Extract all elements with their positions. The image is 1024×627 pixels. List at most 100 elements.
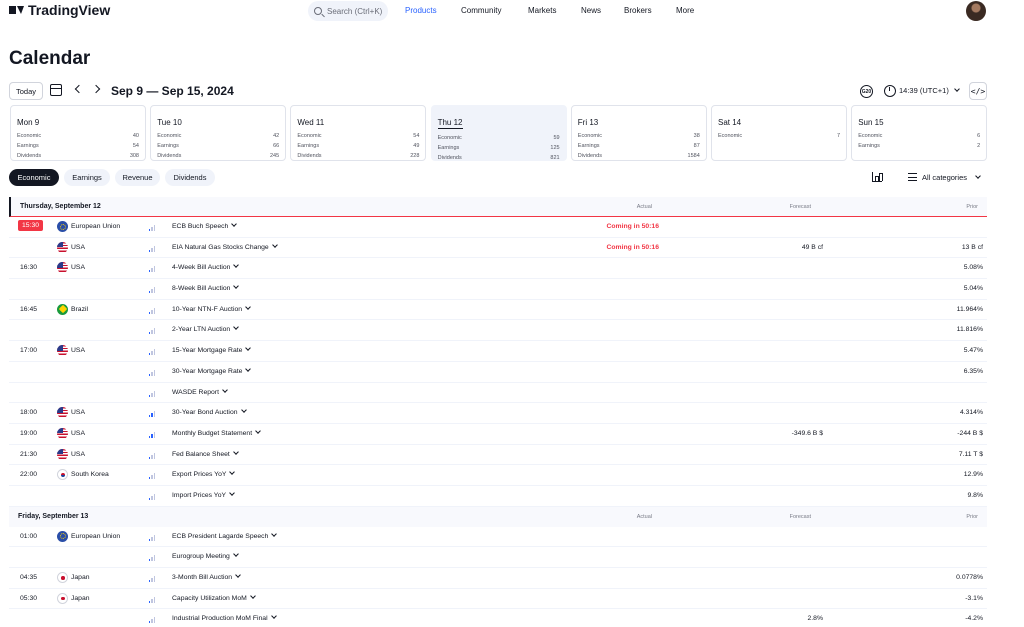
user-avatar[interactable] [966, 1, 986, 21]
event-name[interactable]: Import Prices YoY [172, 492, 234, 499]
nav-markets[interactable]: Markets [528, 6, 556, 15]
search-button[interactable]: Search (Ctrl+K) [308, 1, 388, 21]
categories-dropdown[interactable]: All categories [922, 173, 967, 182]
day-stat-row: Economic 42 [157, 131, 279, 141]
nav-brokers[interactable]: Brokers [624, 6, 652, 15]
event-name[interactable]: Capacity Utilization MoM [172, 595, 255, 602]
importance-icon [149, 266, 156, 273]
event-country: European Union [71, 223, 121, 230]
tradingview-logo[interactable]: TradingView [9, 2, 110, 18]
nav-news[interactable]: News [581, 6, 601, 15]
event-prior: -4.2% [965, 615, 983, 623]
tab-economic[interactable]: Economic [9, 169, 59, 186]
event-row[interactable]: Eurogroup Meeting [9, 547, 987, 568]
event-name[interactable]: 30-Year Bond Auction [172, 409, 246, 416]
tab-dividends[interactable]: Dividends [165, 169, 215, 186]
event-name[interactable]: 15-Year Mortgage Rate [172, 347, 250, 354]
day-card[interactable]: Fri 13 Economic 38 Earnings 87 Dividends 1584 [570, 105, 707, 161]
flag-kr-icon [57, 469, 68, 481]
event-name[interactable]: 8-Week Bill Auction [172, 285, 238, 292]
timezone-select[interactable]: 14:39 (UTC+1) [899, 86, 949, 95]
today-button[interactable]: Today [9, 82, 43, 100]
event-row[interactable]: 05:30 Japan Capacity Utilization MoM -3.1% [9, 589, 987, 610]
event-row[interactable]: 21:30 USA Fed Balance Sheet 7.11 T $ [9, 445, 987, 466]
day-card[interactable]: Sun 15 Economic 6 Earnings 2 [851, 105, 988, 161]
day-stat-count: 66 [273, 143, 280, 149]
event-row[interactable]: 17:00 USA 15-Year Mortgage Rate 5.47% [9, 341, 987, 362]
g20-filter-icon[interactable]: G20 [860, 85, 873, 98]
event-row[interactable]: Industrial Production MoM Final 2.8% -4.2% [9, 609, 987, 627]
event-name[interactable]: Eurogroup Meeting [172, 553, 238, 560]
event-row[interactable]: 16:45 Brazil 10-Year NTN-F Auction 11.964% [9, 300, 987, 321]
day-stat-label: Dividends [157, 153, 182, 159]
event-row[interactable]: 04:35 Japan 3-Month Bill Auction 0.0778% [9, 568, 987, 589]
event-name[interactable]: ECB Buch Speech [172, 223, 236, 230]
importance-icon [149, 245, 156, 252]
event-name[interactable]: Industrial Production MoM Final [172, 615, 276, 622]
event-prior: 5.47% [963, 347, 983, 355]
day-stat-label: Economic [17, 133, 42, 139]
event-time: 01:00 [20, 532, 38, 540]
day-card[interactable]: Tue 10 Economic 42 Earnings 66 Dividends 245 [150, 105, 287, 161]
tab-earnings[interactable]: Earnings [64, 169, 110, 186]
event-row[interactable]: 16:30 USA 4-Week Bill Auction 5.08% [9, 258, 987, 280]
importance-icon [149, 390, 156, 397]
day-stat-row: Economic 54 [297, 131, 419, 141]
nav-community[interactable]: Community [461, 6, 501, 15]
event-actual: Coming in 50:16 [606, 223, 660, 230]
day-card[interactable]: Thu 12 Economic 59 Earnings 125 Dividends 821 [430, 105, 567, 163]
embed-code-button[interactable]: </> [969, 82, 987, 100]
day-stat-count: 125 [550, 145, 560, 151]
day-stat-label: Economic [577, 133, 602, 139]
event-country: South Korea [71, 471, 109, 479]
event-row[interactable]: 01:00 European Union ECB President Lagarde… [9, 527, 987, 548]
event-name[interactable]: 10-Year NTN-F Auction [172, 306, 250, 313]
chevron-down-icon[interactable] [975, 173, 981, 179]
calendar-icon[interactable] [50, 84, 62, 96]
event-name[interactable]: Export Prices YoY [172, 471, 234, 478]
day-stat-count: 42 [273, 133, 280, 139]
event-name[interactable]: 2-Year LTN Auction [172, 326, 238, 333]
flag-us-icon [57, 427, 68, 439]
flag-us-icon [57, 345, 68, 357]
event-row[interactable]: 22:00 South Korea Export Prices YoY 12.9% [9, 465, 987, 486]
event-name[interactable]: WASDE Report [172, 389, 227, 396]
chart-view-icon[interactable] [872, 172, 883, 182]
day-card[interactable]: Mon 9 Economic 40 Earnings 54 Dividends 308 [10, 105, 146, 161]
day-stat-label: Earnings [437, 145, 460, 151]
importance-icon [149, 349, 156, 356]
list-icon[interactable] [908, 173, 917, 181]
tab-revenue[interactable]: Revenue [115, 169, 160, 186]
event-name[interactable]: Fed Balance Sheet [172, 451, 238, 458]
nav-more[interactable]: More [676, 6, 694, 15]
day-stat-label: Economic [437, 135, 462, 141]
event-prior: 4.314% [959, 409, 983, 417]
event-name[interactable]: 3-Month Bill Auction [172, 574, 240, 581]
event-prior: 7.11 T $ [958, 450, 983, 458]
event-name[interactable]: 4-Week Bill Auction [172, 264, 238, 271]
day-stat-count: 54 [413, 133, 420, 139]
event-row[interactable]: WASDE Report [9, 383, 987, 404]
event-row[interactable]: 15:30 European Union ECB Buch Speech Coming… [9, 217, 987, 238]
event-prior: 13 B cf [961, 243, 983, 251]
event-row[interactable]: 19:00 USA Monthly Budget Statement -349.6 B… [9, 424, 987, 445]
day-stat-row: Dividends 821 [438, 153, 560, 163]
event-row[interactable]: 8-Week Bill Auction 5.04% [9, 279, 987, 300]
event-row[interactable]: 30-Year Mortgage Rate 6.35% [9, 362, 987, 383]
day-card[interactable]: Sat 14 Economic 7 [711, 105, 847, 161]
next-week-icon[interactable] [91, 84, 101, 94]
importance-icon [149, 617, 156, 624]
event-name[interactable]: ECB President Lagarde Speech [172, 533, 276, 540]
nav-products[interactable]: Products [405, 6, 437, 15]
event-name[interactable]: 30-Year Mortgage Rate [172, 368, 250, 375]
event-row[interactable]: Import Prices YoY 9.8% [9, 486, 987, 507]
day-group-title: Friday, September 13 [18, 512, 89, 520]
event-row[interactable]: 18:00 USA 30-Year Bond Auction 4.314% [9, 403, 987, 424]
chevron-down-icon[interactable] [954, 86, 960, 92]
event-name[interactable]: Monthly Budget Statement [172, 430, 260, 437]
previous-week-icon[interactable] [74, 84, 84, 94]
event-name[interactable]: EIA Natural Gas Stocks Change [172, 244, 277, 251]
day-card[interactable]: Wed 11 Economic 54 Earnings 49 Dividends 228 [290, 105, 427, 161]
event-row[interactable]: USA EIA Natural Gas Stocks Change Coming i… [9, 238, 987, 259]
event-row[interactable]: 2-Year LTN Auction 11.816% [9, 320, 987, 342]
